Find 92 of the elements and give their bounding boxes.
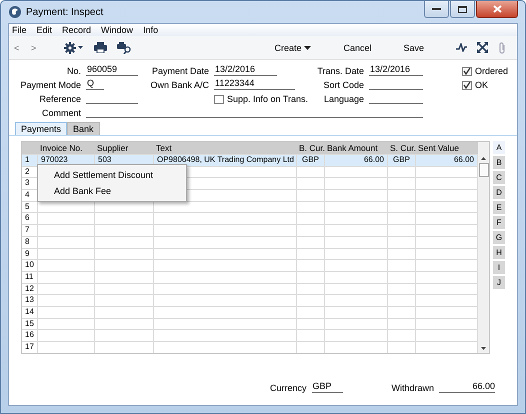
column-header: Bank Amount: [326, 143, 379, 153]
table-cell: 66.00: [454, 155, 474, 164]
scrollbar-thumb[interactable]: [478, 163, 488, 177]
table-row[interactable]: 15: [22, 318, 478, 330]
row-number: 17: [22, 342, 38, 353]
field-label: Currency: [270, 383, 307, 393]
tab[interactable]: E: [493, 201, 505, 214]
input-field[interactable]: GBP: [312, 381, 343, 393]
tab[interactable]: Payments: [15, 122, 68, 135]
scroll-up-icon[interactable]: [481, 157, 486, 160]
table-cell: OP9806498, UK Trading Company Ltd: [157, 155, 294, 164]
tab[interactable]: F: [493, 216, 505, 229]
tab[interactable]: C: [493, 171, 505, 184]
field-label: Withdrawn: [392, 383, 434, 393]
input-field[interactable]: 66.00: [439, 381, 496, 393]
activity-icon[interactable]: [456, 43, 467, 52]
tab[interactable]: Bank: [67, 122, 100, 135]
field-label: Reference: [38, 94, 81, 104]
create-button[interactable]: Create: [274, 42, 312, 52]
column-header: B. Cur.: [298, 143, 325, 153]
tab[interactable]: D: [493, 186, 505, 199]
tab[interactable]: I: [493, 261, 505, 274]
field-label: Trans. Date: [316, 66, 364, 76]
print-icon[interactable]: [94, 42, 107, 53]
minimize-icon: [432, 7, 441, 11]
settings-icon[interactable]: [64, 42, 84, 54]
input-field[interactable]: 13/2/2016: [214, 64, 277, 76]
scroll-down-icon[interactable]: [481, 346, 486, 350]
table-row[interactable]: 1 970023 503 OP9806498, UK Trading Company Ltd GBP 66.00 GBP 66.00: [22, 154, 478, 166]
checkbox-label: Supp. Info on Trans.: [227, 94, 308, 104]
checkbox[interactable]: [462, 66, 472, 76]
input-field[interactable]: 960059: [86, 64, 138, 76]
close-icon: [492, 5, 502, 13]
table-cell: 503: [98, 155, 112, 164]
table-cell: GBP: [302, 155, 319, 164]
tab[interactable]: B: [493, 156, 505, 169]
save-button[interactable]: Save: [403, 42, 424, 52]
table-row[interactable]: 11: [22, 270, 478, 283]
column-header: Supplier: [96, 143, 130, 153]
table-cell: 66.00: [364, 155, 384, 164]
input-field[interactable]: 11223344: [214, 78, 295, 90]
back-button[interactable]: <: [14, 42, 31, 52]
close-button[interactable]: [476, 1, 518, 18]
input-field[interactable]: 13/2/2016: [369, 64, 423, 76]
table-cell: GBP: [393, 155, 410, 164]
field-label: Payment Mode: [19, 80, 81, 90]
table-row[interactable]: 8: [22, 236, 478, 248]
field-label: Sort Code: [322, 80, 364, 90]
expand-icon[interactable]: [477, 42, 488, 53]
tab[interactable]: A: [493, 141, 505, 154]
input-field[interactable]: Q: [86, 78, 104, 90]
tab[interactable]: H: [493, 246, 505, 259]
minimize-button[interactable]: [424, 1, 449, 18]
table-row[interactable]: 10: [22, 259, 478, 271]
menu-item[interactable]: Edit: [36, 25, 52, 35]
tab[interactable]: G: [493, 231, 505, 244]
menu-item[interactable]: Record: [62, 25, 92, 35]
print-preview-icon[interactable]: [117, 42, 132, 54]
checkbox-label: OK: [475, 80, 488, 90]
field-label: Comment: [40, 108, 81, 118]
table-row[interactable]: 12: [22, 282, 478, 294]
menu-item[interactable]: Window: [101, 25, 134, 35]
app-logo-icon: [8, 5, 22, 19]
maximize-button[interactable]: [450, 1, 475, 18]
caret-icon: [304, 46, 312, 50]
table-row[interactable]: 17: [22, 341, 478, 353]
table-row[interactable]: 16: [22, 329, 478, 341]
field-label: Own Bank A/C: [149, 80, 209, 90]
checkbox[interactable]: [214, 94, 224, 104]
maximize-icon: [458, 6, 467, 12]
checkbox-label: Ordered: [475, 66, 508, 76]
window-title: Payment: Inspect: [26, 6, 104, 18]
forward-button[interactable]: >: [31, 42, 48, 52]
table-row[interactable]: 14: [22, 306, 478, 318]
menu-item[interactable]: Info: [143, 25, 158, 35]
table-row[interactable]: 9: [22, 248, 478, 260]
column-header: S. Cur.: [389, 143, 416, 153]
table-row[interactable]: 6: [22, 212, 478, 224]
table-row[interactable]: 7: [22, 224, 478, 236]
column-header: Invoice No.: [39, 143, 84, 153]
field-label: Payment Date: [150, 66, 209, 76]
field-label: No.: [66, 66, 81, 76]
checkbox[interactable]: [462, 80, 472, 90]
table-row[interactable]: 13: [22, 294, 478, 306]
paperclip-icon[interactable]: [498, 42, 507, 54]
scrollbar[interactable]: [478, 142, 489, 353]
table-cell: 970023: [41, 155, 68, 164]
tab[interactable]: J: [493, 276, 505, 289]
cancel-button[interactable]: Cancel: [343, 42, 372, 52]
menu-item[interactable]: File: [12, 25, 27, 35]
column-header: Sent Value: [417, 143, 460, 153]
column-header: Text: [155, 143, 173, 153]
